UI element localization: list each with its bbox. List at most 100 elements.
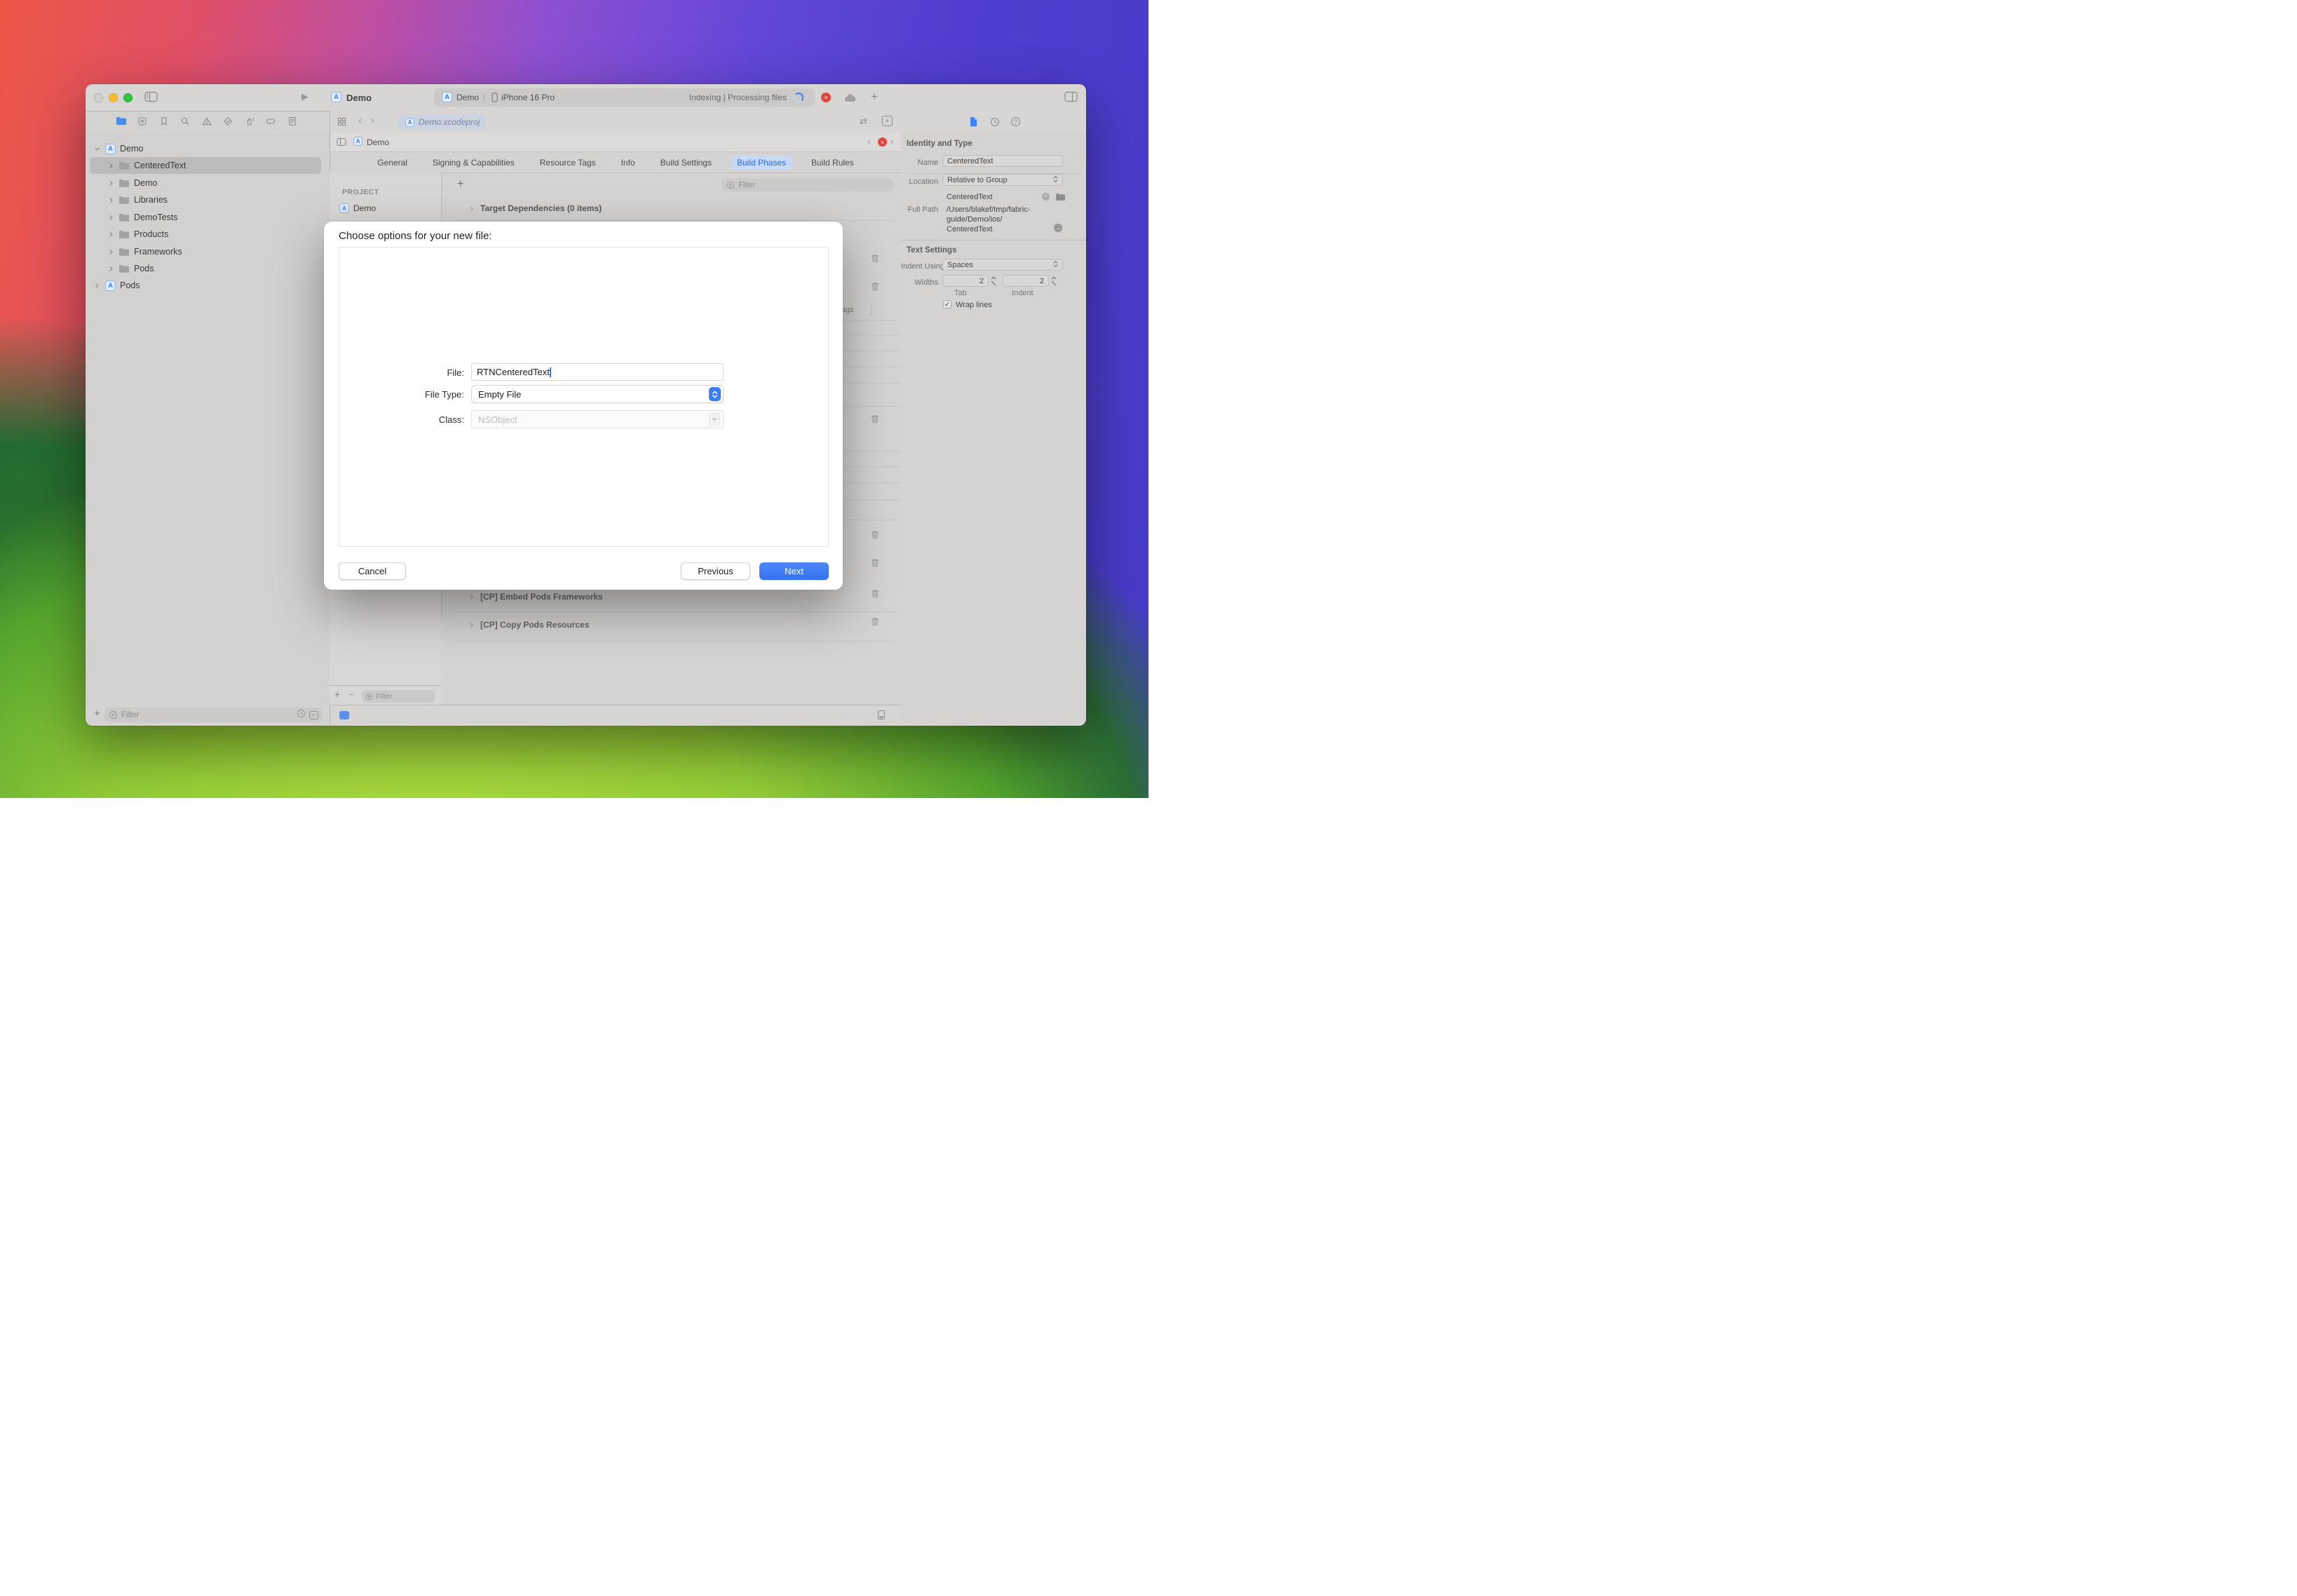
delete-build-phase-icon[interactable]	[871, 282, 879, 291]
tab-resource-tags[interactable]: Resource Tags	[534, 156, 602, 170]
navigator-filter-field[interactable]: Filter +-	[104, 708, 323, 722]
help-inspector-icon[interactable]: ?	[1011, 117, 1020, 126]
disclosure-closed-icon[interactable]	[107, 163, 114, 169]
sidebar-item-libraries[interactable]: Libraries	[86, 191, 330, 208]
add-target-button[interactable]: +	[334, 689, 340, 700]
indent-using-dropdown[interactable]: Spaces	[942, 259, 1063, 271]
next-issue-icon[interactable]: ›	[890, 135, 894, 147]
disclosure-closed-icon[interactable]	[107, 266, 114, 272]
source-control-navigator-icon[interactable]	[137, 116, 147, 130]
indent-width-stepper[interactable]	[1051, 275, 1057, 287]
tab-signing-capabilities[interactable]: Signing & Capabilities	[427, 156, 520, 170]
prev-issue-icon[interactable]: ‹	[867, 135, 871, 147]
disclosure-closed-icon[interactable]	[468, 205, 475, 212]
name-field[interactable]: CenteredText	[942, 155, 1063, 167]
add-file-button[interactable]: +	[94, 708, 100, 719]
plus-minus-filter-icon[interactable]: +-	[309, 711, 318, 719]
test-navigator-icon[interactable]	[223, 116, 233, 130]
choose-folder-icon[interactable]	[1055, 192, 1066, 205]
file-name-input[interactable]: RTNCenteredText	[471, 363, 724, 381]
sidebar-item-frameworks[interactable]: Frameworks	[86, 243, 330, 260]
sidebar-item-demo-project[interactable]: A Demo	[86, 140, 330, 157]
tab-build-phases[interactable]: Build Phases	[731, 156, 792, 170]
disclosure-closed-icon[interactable]	[107, 231, 114, 238]
sidebar-item-pods-project[interactable]: A Pods	[86, 277, 330, 294]
clear-location-icon[interactable]: ×	[1042, 193, 1050, 201]
copy-pods-resources-row[interactable]: [CP] Copy Pods Resources	[468, 620, 589, 630]
minimize-button[interactable]	[109, 93, 118, 102]
issue-badge[interactable]: ×	[878, 137, 887, 147]
delete-build-phase-icon[interactable]	[871, 558, 879, 567]
location-dropdown[interactable]: Relative to Group	[942, 174, 1063, 186]
toggle-navigator-icon[interactable]	[144, 91, 158, 106]
target-membership-icon[interactable]	[339, 711, 349, 719]
breakpoint-navigator-icon[interactable]	[266, 116, 276, 130]
tab-width-field[interactable]: 2	[942, 275, 989, 287]
clock-filter-icon[interactable]	[297, 709, 306, 722]
targets-filter-field[interactable]: Filter	[362, 690, 435, 703]
wrap-lines-checkbox[interactable]: ✓	[943, 300, 951, 309]
debug-navigator-icon[interactable]	[245, 116, 255, 130]
sidebar-item-demotests[interactable]: DemoTests	[86, 209, 330, 226]
disclosure-closed-icon[interactable]	[107, 215, 114, 221]
breadcrumb[interactable]: Demo	[367, 137, 389, 147]
run-destination[interactable]: iPhone 16 Pro	[501, 93, 555, 102]
toggle-inspector-icon[interactable]	[1064, 91, 1078, 106]
delete-build-phase-icon[interactable]	[871, 589, 879, 598]
add-toolbar-button[interactable]: +	[871, 90, 878, 104]
class-combobox[interactable]: NSObject	[471, 410, 724, 428]
add-editor-icon[interactable]: +	[882, 116, 893, 126]
editor-tab-demo-xcodeproj[interactable]: A Demo.xcodeproj	[398, 114, 487, 130]
back-icon[interactable]: ‹	[358, 114, 362, 126]
open-path-arrow-icon[interactable]: →	[1054, 224, 1062, 232]
target-dependencies-row[interactable]: Target Dependencies (0 items)	[468, 203, 602, 213]
previous-button[interactable]: Previous	[681, 562, 750, 580]
find-navigator-icon[interactable]	[180, 116, 190, 130]
file-inspector-icon[interactable]	[969, 116, 978, 130]
cancel-button[interactable]: Cancel	[339, 562, 406, 580]
delete-build-phase-icon[interactable]	[871, 254, 879, 263]
disclosure-open-icon[interactable]	[93, 146, 100, 152]
tab-width-stepper[interactable]	[991, 275, 996, 287]
history-inspector-icon[interactable]	[990, 117, 1000, 130]
tab-build-settings[interactable]: Build Settings	[655, 156, 717, 170]
scheme-status-bar[interactable]: A Demo ⟩ iPhone 16 Pro Indexing | Proces…	[434, 88, 815, 107]
delete-build-phase-icon[interactable]	[871, 617, 879, 626]
editor-options-icon[interactable]	[877, 710, 886, 724]
delete-build-phase-icon[interactable]	[871, 414, 879, 424]
zoom-button[interactable]	[123, 93, 133, 102]
indent-width-field[interactable]: 2	[1003, 275, 1049, 287]
embed-pods-frameworks-row[interactable]: [CP] Embed Pods Frameworks	[468, 592, 603, 602]
close-button[interactable]	[94, 93, 103, 102]
scheme-name[interactable]: Demo	[456, 93, 479, 102]
tab-general[interactable]: General	[372, 156, 413, 170]
disclosure-closed-icon[interactable]	[107, 180, 114, 187]
disclosure-closed-icon[interactable]	[107, 249, 114, 255]
run-button[interactable]: ▶	[301, 91, 309, 102]
related-items-icon[interactable]	[337, 137, 346, 150]
minimap-grid-icon[interactable]	[337, 117, 346, 130]
sidebar-item-pods-folder[interactable]: Pods	[86, 260, 330, 277]
add-build-phase-button[interactable]: +	[457, 178, 463, 191]
forward-icon[interactable]: ›	[371, 114, 374, 126]
disclosure-closed-icon[interactable]	[107, 197, 114, 203]
tab-info[interactable]: Info	[616, 156, 641, 170]
bookmark-navigator-icon[interactable]	[159, 116, 169, 130]
tab-build-rules[interactable]: Build Rules	[806, 156, 860, 170]
next-button[interactable]: Next	[759, 562, 829, 580]
delete-build-phase-icon[interactable]	[871, 530, 879, 539]
project-navigator-icon[interactable]	[116, 116, 127, 130]
sidebar-item-products[interactable]: Products	[86, 226, 330, 243]
file-type-popup[interactable]: Empty File	[471, 385, 724, 403]
build-phases-filter-field[interactable]: Filter	[722, 178, 893, 191]
sidebar-item-demo-folder[interactable]: Demo	[86, 175, 330, 191]
remove-target-button[interactable]: −	[348, 689, 354, 700]
sidebar-item-centeredtext[interactable]: CenteredText	[86, 157, 330, 174]
project-row-demo[interactable]: A Demo	[339, 203, 376, 213]
report-navigator-icon[interactable]	[287, 116, 297, 130]
disclosure-closed-icon[interactable]	[468, 594, 475, 600]
issue-navigator-icon[interactable]	[202, 116, 212, 130]
error-count-badge[interactable]: ×	[821, 93, 831, 102]
disclosure-closed-icon[interactable]	[93, 283, 100, 289]
swap-editor-icon[interactable]: ⇄	[860, 116, 867, 127]
